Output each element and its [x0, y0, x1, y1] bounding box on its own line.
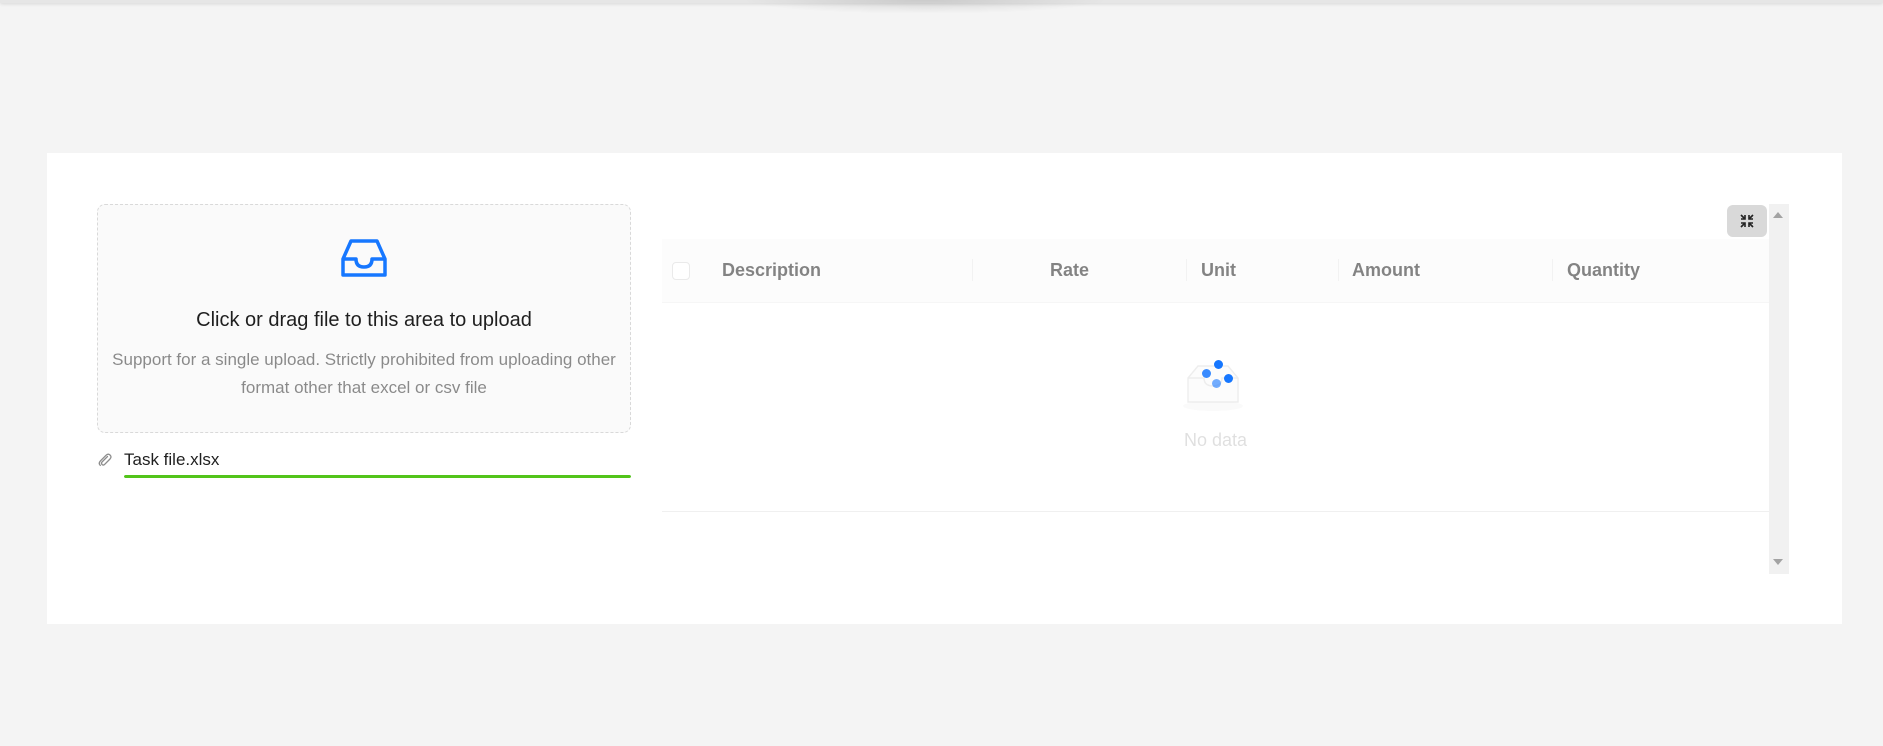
inbox-icon: [341, 239, 387, 277]
dropdown-shadow: [740, 0, 1110, 14]
column-header-rate[interactable]: Rate: [1050, 239, 1089, 302]
column-divider: [972, 259, 973, 281]
upload-progress-fill: [124, 475, 631, 478]
column-header-amount[interactable]: Amount: [1352, 239, 1420, 302]
column-divider: [1552, 259, 1553, 281]
upload-card: Click or drag file to this area to uploa…: [47, 153, 1842, 624]
scroll-down-arrow-icon[interactable]: [1773, 559, 1783, 565]
column-header-unit[interactable]: Unit: [1201, 239, 1236, 302]
column-header-quantity[interactable]: Quantity: [1567, 239, 1640, 302]
file-name[interactable]: Task file.xlsx: [124, 450, 219, 470]
collapse-icon: [1740, 214, 1754, 228]
select-all-checkbox[interactable]: [672, 262, 690, 280]
loading-spinner: [1202, 360, 1234, 392]
upload-dropzone[interactable]: Click or drag file to this area to uploa…: [97, 204, 631, 433]
column-divider: [1338, 259, 1339, 281]
vertical-scrollbar[interactable]: [1769, 204, 1789, 574]
scroll-up-arrow-icon[interactable]: [1773, 212, 1783, 218]
column-divider: [1186, 259, 1187, 281]
table-body: No data: [662, 303, 1769, 512]
uploaded-file-item[interactable]: Task file.xlsx: [97, 448, 631, 484]
empty-state-text: No data: [1183, 430, 1248, 450]
data-table: Description Rate Unit Amount Quantity No: [662, 204, 1789, 574]
upload-hint: Support for a single upload. Strictly pr…: [112, 350, 616, 397]
table-header: Description Rate Unit Amount Quantity: [662, 239, 1769, 303]
upload-progress-bar: [124, 475, 631, 478]
paperclip-icon: [98, 453, 112, 467]
upload-title: Click or drag file to this area to uploa…: [196, 309, 532, 331]
column-header-description[interactable]: Description: [722, 239, 821, 302]
collapse-button[interactable]: [1727, 205, 1767, 237]
